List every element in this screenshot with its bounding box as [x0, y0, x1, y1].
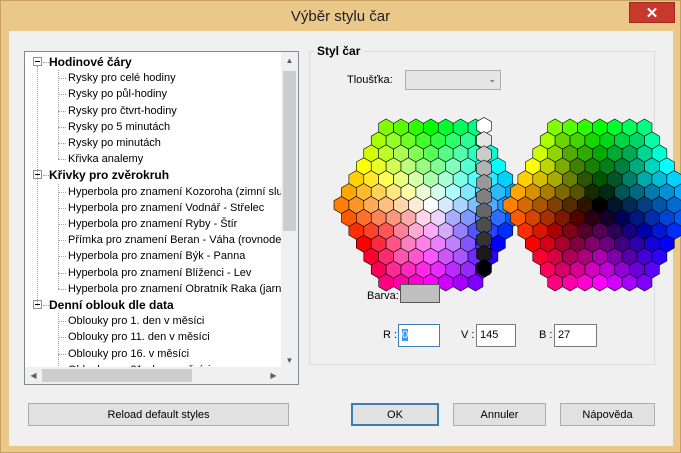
tree-group-item[interactable]: Denní oblouk dle data [49, 297, 174, 313]
line-type-tree[interactable]: Hodinové čáry Rysky pro celé hodiny Rysky … [24, 51, 299, 385]
tree-expander-icon[interactable] [33, 57, 42, 66]
tree-child-item[interactable]: Rysky po půl-hodiny [68, 86, 167, 102]
scroll-left-icon[interactable]: ◀ [25, 367, 42, 384]
tree-group-item[interactable]: Hodinové čáry [49, 54, 132, 70]
horizontal-scroll-thumb[interactable] [42, 369, 192, 382]
grayscale-picker[interactable] [473, 116, 495, 282]
tree-child-item[interactable]: Oblouky pro 16. v měsíci [68, 346, 189, 362]
color-label: Barva: [367, 290, 399, 302]
dialog-client: Hodinové čáry Rysky pro celé hodiny Rysky … [9, 31, 681, 446]
title-bar[interactable]: Výběr stylu čar ✕ [1, 1, 680, 31]
gray-hexagon[interactable] [476, 259, 492, 277]
b-input[interactable]: 27 [554, 324, 597, 347]
ok-button[interactable]: OK [351, 403, 439, 426]
chevron-down-icon: ⌄ [488, 74, 496, 84]
tree-child-item[interactable]: Rysky po 5 minutách [68, 119, 170, 135]
tree-group-item[interactable]: Křivky pro zvěrokruh [49, 167, 169, 183]
scroll-corner [281, 367, 298, 384]
cancel-button[interactable]: Annuler [453, 403, 546, 426]
dark-color-hexagon-picker[interactable] [501, 117, 681, 293]
tree-child-item[interactable]: Oblouky pro 11. den v měsíci [68, 329, 210, 345]
tree-child-item[interactable]: Hyperbola pro znamení Ryby - Štír [68, 216, 237, 232]
tree-child-item[interactable]: Hyperbola pro znamení Blíženci - Lev [68, 265, 251, 281]
close-button[interactable]: ✕ [629, 2, 675, 23]
dialog-window: Výběr stylu čar ✕ Hodinové čáry Rysky pro… [0, 0, 681, 453]
thickness-select[interactable]: ⌄ [405, 70, 501, 90]
r-label: R : [383, 329, 398, 341]
tree-child-item[interactable]: Hyperbola pro znamení Vodnář - Střelec [68, 200, 264, 216]
thickness-label: Tloušťka: [347, 74, 393, 86]
tree-child-item[interactable]: Oblouky pro 1. den v měsíci [68, 313, 204, 329]
reload-default-styles-button[interactable]: Reload default styles [28, 403, 289, 426]
scroll-up-icon[interactable]: ▲ [281, 52, 298, 69]
tree-vertical-scrollbar[interactable]: ▲ ▼ [281, 52, 298, 369]
scroll-right-icon[interactable]: ▶ [265, 367, 282, 384]
close-icon: ✕ [645, 4, 659, 22]
r-input[interactable]: 0 [398, 324, 440, 347]
v-input[interactable]: 145 [476, 324, 516, 347]
v-label: V : [461, 329, 475, 341]
help-button[interactable]: Nápověda [560, 403, 655, 426]
tree-child-item[interactable]: Rysky pro čtvrt-hodiny [68, 103, 177, 119]
v-value: 145 [480, 329, 499, 341]
tree-child-item[interactable]: Hyperbola pro znamení Kozoroha (zimní sl… [68, 184, 282, 200]
tree-child-item[interactable]: Hyperbola pro znamení Obratník Raka (jar… [68, 281, 281, 297]
tree-child-item[interactable]: Rysky pro celé hodiny [68, 70, 176, 86]
vertical-scroll-thumb[interactable] [283, 71, 296, 231]
r-value: 0 [402, 329, 409, 341]
b-label: B : [539, 329, 553, 341]
window-title: Výběr stylu čar [290, 8, 391, 25]
b-value: 27 [558, 329, 571, 341]
tree-child-item[interactable]: Hyperbola pro znamení Býk - Panna [68, 248, 245, 264]
line-style-group-title: Styl čar [314, 44, 364, 58]
tree-child-item[interactable]: Křivka analemy [68, 151, 143, 167]
selected-color-swatch [400, 284, 440, 303]
tree-horizontal-scrollbar[interactable]: ◀ ▶ [25, 367, 282, 384]
tree-child-item[interactable]: Přímka pro znamení Beran - Váha (rovnode [68, 232, 281, 248]
tree-items: Hodinové čáry Rysky pro celé hodiny Rysky … [25, 52, 282, 369]
tree-child-item[interactable]: Rysky po minutách [68, 135, 161, 151]
